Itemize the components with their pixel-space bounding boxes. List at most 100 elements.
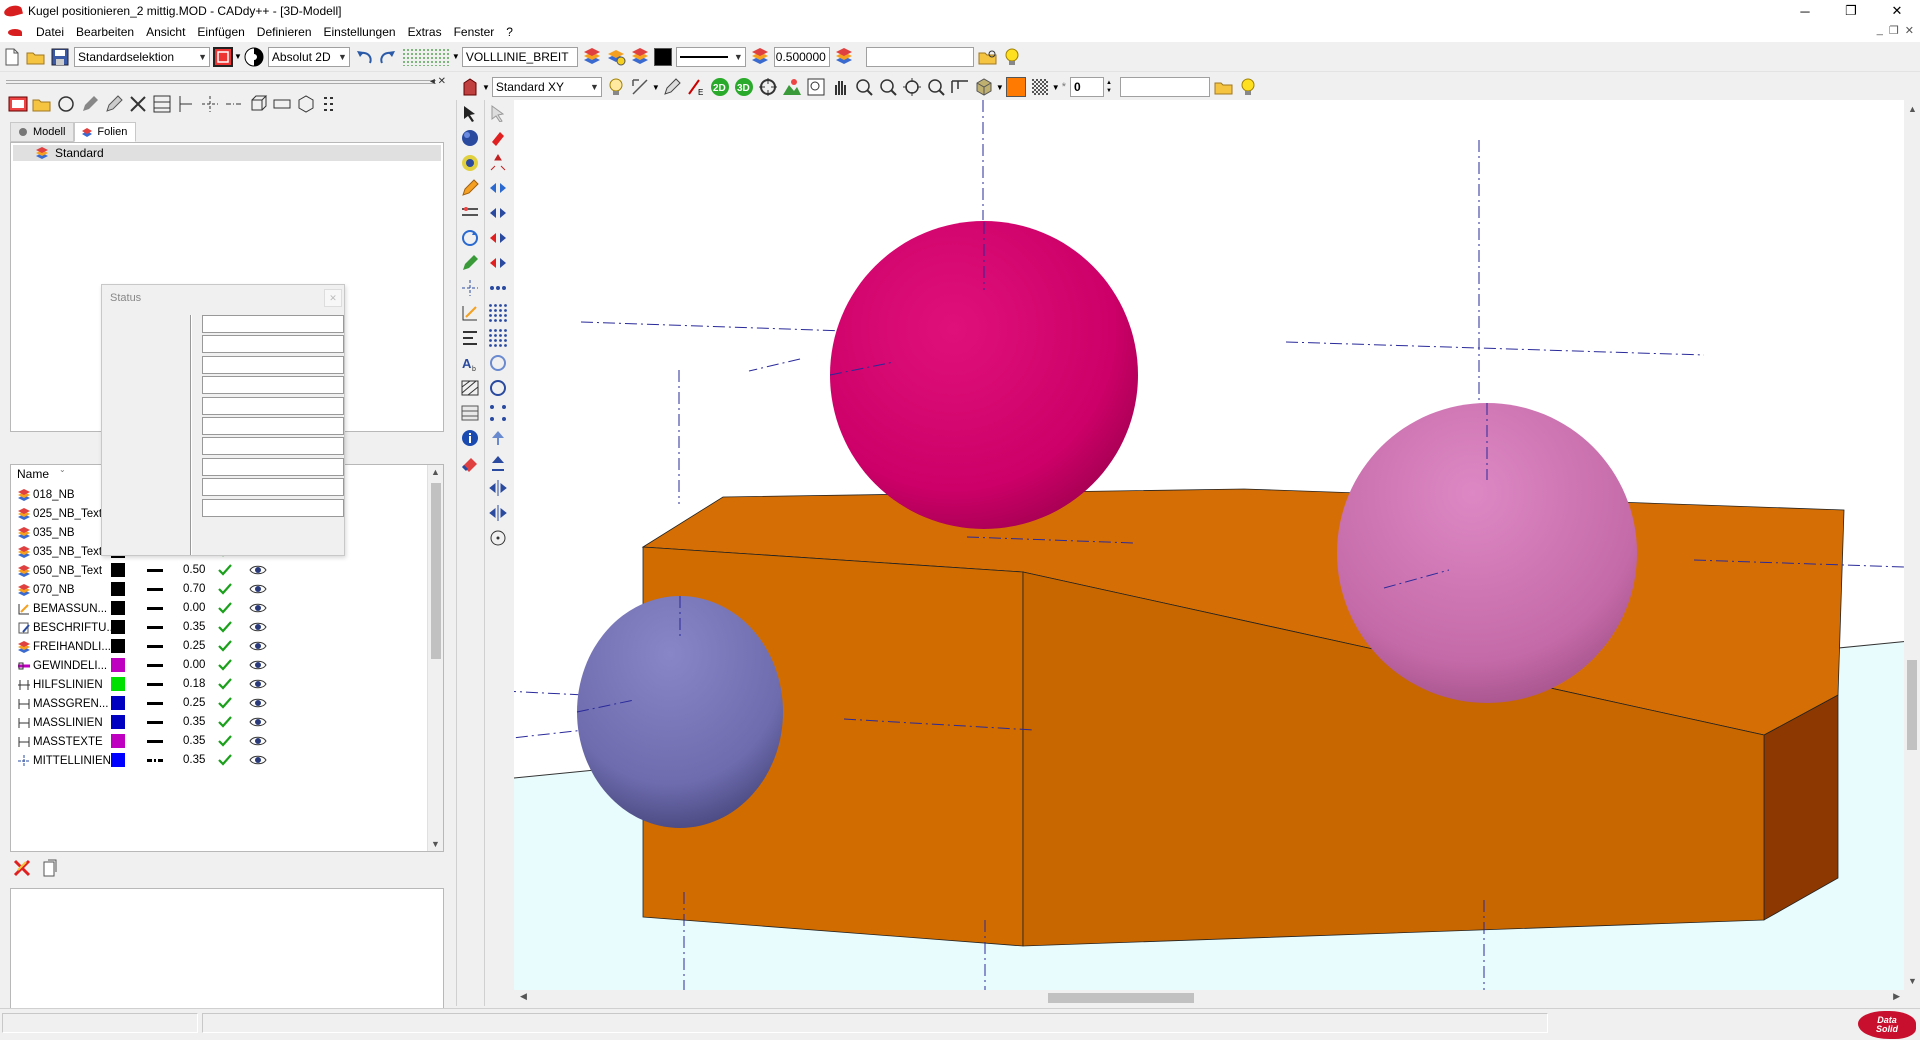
panel-tools-icon[interactable]	[127, 93, 149, 115]
layer-active-check-icon[interactable]	[217, 752, 233, 768]
eraser-tool-icon[interactable]	[459, 452, 481, 474]
rotate-tool-icon[interactable]	[459, 227, 481, 249]
status-close-button[interactable]: ✕	[324, 289, 342, 307]
layer-linetype-sample[interactable]	[147, 569, 163, 572]
layer-linetype-sample[interactable]	[147, 626, 163, 629]
layer-linewidth[interactable]: 0.35	[183, 754, 213, 766]
close-button[interactable]: ✕	[1874, 0, 1920, 22]
view-tool-icon[interactable]	[459, 76, 481, 98]
text-tool-icon[interactable]: Ab	[459, 352, 481, 374]
viewport-vscrollbar[interactable]: ▲ ▼	[1904, 100, 1920, 990]
fill-color-swatch[interactable]	[1005, 77, 1026, 97]
layer-linetype-sample[interactable]	[147, 588, 163, 591]
layer-row[interactable]: MITTELLINIEN 0.35	[11, 751, 429, 770]
panel-dim-icon[interactable]	[175, 93, 197, 115]
new-file-icon[interactable]	[1, 46, 23, 68]
panel-grid-icon[interactable]	[319, 93, 341, 115]
layer-visibility-eye-icon[interactable]	[249, 715, 267, 729]
status-field[interactable]	[202, 437, 344, 456]
layer-row[interactable]: HILFSLINIEN 0.18	[11, 675, 429, 694]
panel-box-icon[interactable]	[247, 93, 269, 115]
view-plane-select[interactable]: Standard XY ▼	[491, 77, 602, 97]
status-field[interactable]	[202, 498, 344, 517]
tree-item-standard[interactable]: Standard	[13, 145, 441, 161]
document-logo-icon[interactable]	[8, 28, 22, 36]
line-width-layer-icon[interactable]	[749, 46, 771, 68]
layer-visibility-eye-icon[interactable]	[249, 563, 267, 577]
selection-filter-icon[interactable]	[213, 46, 233, 67]
layer-linewidth[interactable]: 0.18	[183, 678, 213, 690]
layer-row[interactable]: BESCHRIFTU... 0.35	[11, 618, 429, 637]
rotate-copy-icon[interactable]	[487, 352, 509, 374]
viewport-scroll-up-icon[interactable]: ▲	[1908, 104, 1917, 114]
spin-down-icon[interactable]: ▼	[1106, 87, 1112, 95]
status-field[interactable]	[202, 335, 344, 354]
view-search-folder-icon[interactable]	[1213, 76, 1235, 98]
dashed-line-tool-icon[interactable]	[459, 277, 481, 299]
undo-icon[interactable]	[353, 46, 375, 68]
hatch-pattern-icon[interactable]	[1029, 76, 1051, 98]
selection-mode-select[interactable]: Standardselektion ▼	[74, 46, 210, 67]
split-icon[interactable]	[487, 477, 509, 499]
pan-hand-icon[interactable]	[829, 76, 851, 98]
panel-pencil-icon[interactable]	[79, 93, 101, 115]
status-field[interactable]	[202, 396, 344, 415]
layer-visibility-eye-icon[interactable]	[249, 734, 267, 748]
layer-row[interactable]: BEMASSUN... 0.00	[11, 599, 429, 618]
panel-pin-icon[interactable]: ◂ ✕	[430, 76, 446, 87]
layer-linewidth[interactable]: 0.35	[183, 735, 213, 747]
join-icon[interactable]	[487, 502, 509, 524]
zoom-window-icon[interactable]	[805, 76, 827, 98]
zoom-previous-icon[interactable]	[925, 76, 947, 98]
status-field[interactable]	[202, 416, 344, 435]
layer-linewidth[interactable]: 0.50	[183, 564, 213, 576]
menu-einstellungen[interactable]: Einstellungen	[318, 25, 402, 39]
menu-help[interactable]: ?	[500, 25, 519, 39]
menu-datei[interactable]: Datei	[30, 25, 70, 39]
layer-color-swatch[interactable]	[111, 639, 125, 653]
hatch-dropdown-icon[interactable]: ▼	[1052, 83, 1060, 92]
absolute-coords-icon[interactable]	[243, 46, 265, 68]
dimension-tool-icon[interactable]	[459, 302, 481, 324]
layer-properties-icon[interactable]	[39, 857, 61, 879]
open-folder-icon[interactable]	[25, 46, 47, 68]
layer-color-swatch[interactable]	[111, 658, 125, 672]
viewport-3d[interactable]	[514, 100, 1920, 990]
layer-visibility-eye-icon[interactable]	[249, 658, 267, 672]
layer-color-swatch[interactable]	[111, 582, 125, 596]
measure-tool-icon[interactable]	[459, 202, 481, 224]
save-icon[interactable]	[49, 46, 71, 68]
mdi-restore-button[interactable]: ❐	[1889, 24, 1899, 37]
line-width-field[interactable]: 0.500000	[773, 46, 830, 67]
layer-active-check-icon[interactable]	[217, 676, 233, 692]
grid-dropdown-icon[interactable]: ▼	[452, 52, 460, 61]
move-tool-icon[interactable]	[487, 152, 509, 174]
stretch-alt-icon[interactable]	[487, 252, 509, 274]
layer-visibility-eye-icon[interactable]	[249, 582, 267, 596]
revolve-tool-icon[interactable]	[459, 152, 481, 174]
view-tip-bulb-icon[interactable]	[1237, 76, 1259, 98]
cube-dropdown-icon[interactable]: ▼	[996, 83, 1004, 92]
layer-visibility-eye-icon[interactable]	[249, 601, 267, 615]
panel-line-icon[interactable]	[223, 93, 245, 115]
move-up-alt-icon[interactable]	[487, 452, 509, 474]
mdi-minimize-button[interactable]: _	[1877, 24, 1883, 37]
layer-linewidth[interactable]: 0.70	[183, 583, 213, 595]
layer-linewidth[interactable]: 0.25	[183, 697, 213, 709]
pen-color-swatch[interactable]	[653, 47, 672, 66]
layer-row[interactable]: MASSLINIEN 0.35	[11, 713, 429, 732]
delete-red-icon[interactable]	[487, 127, 509, 149]
light-bulb-icon[interactable]	[605, 76, 627, 98]
layer-linetype-sample[interactable]	[147, 740, 163, 743]
scroll-down-icon[interactable]: ▼	[431, 839, 440, 849]
tab-folien[interactable]: Folien	[74, 122, 137, 142]
layer-color-swatch[interactable]	[111, 696, 125, 710]
layer-active-check-icon[interactable]	[217, 733, 233, 749]
layer-linetype-sample[interactable]	[147, 664, 163, 667]
pen-icon[interactable]	[661, 76, 683, 98]
rotate-ccw-icon[interactable]	[487, 377, 509, 399]
coord-mode-select[interactable]: Absolut 2D ▼	[267, 46, 350, 67]
layer-active-check-icon[interactable]	[217, 562, 233, 578]
toolbar-search-field[interactable]	[865, 46, 974, 67]
layer-linewidth[interactable]: 0.00	[183, 602, 213, 614]
